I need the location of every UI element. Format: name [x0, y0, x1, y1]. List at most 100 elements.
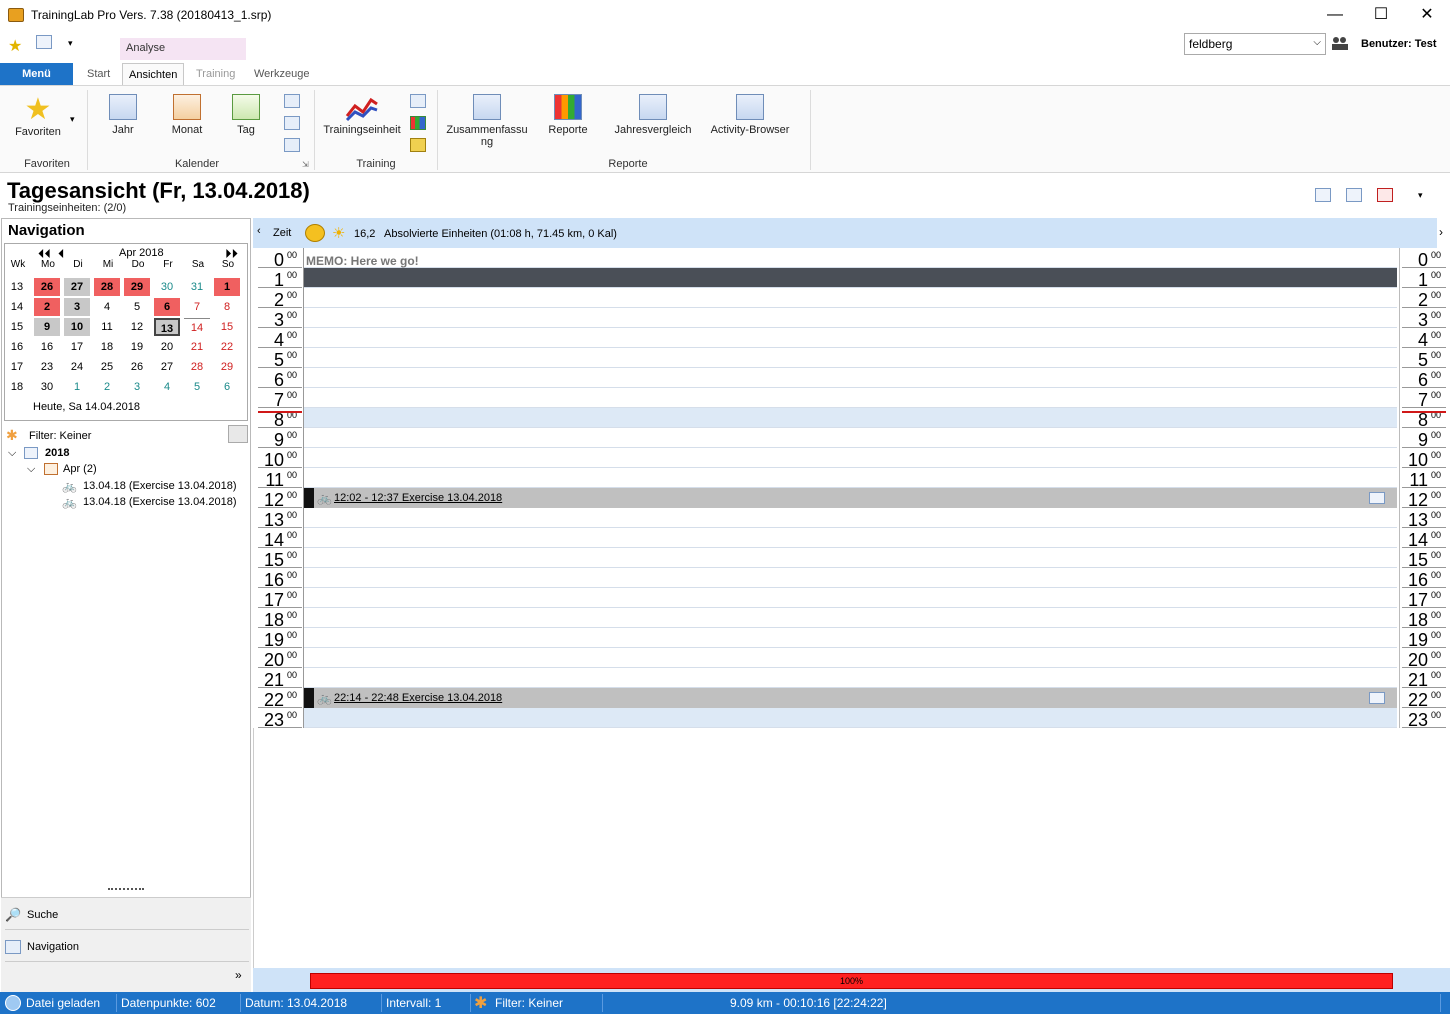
calendar-day[interactable]: 9	[34, 318, 60, 336]
event-link[interactable]: 22:14 - 22:48 Exercise 13.04.2018	[334, 692, 502, 704]
tab-start[interactable]: Start	[81, 63, 116, 85]
calendar-day[interactable]: 3	[64, 298, 90, 316]
calendar-day[interactable]: 4	[94, 298, 120, 316]
calendar-day[interactable]: 1	[214, 278, 240, 296]
dialog-launcher-icon[interactable]: ⇲	[302, 160, 309, 169]
calendar-day[interactable]: 30	[34, 378, 60, 396]
calendar-day[interactable]: 23	[34, 358, 60, 376]
hour-row[interactable]	[304, 708, 1397, 728]
list-view-icon[interactable]	[284, 94, 300, 108]
print-view-icon[interactable]	[284, 116, 300, 130]
calendar-day[interactable]: 2	[34, 298, 60, 316]
hour-row[interactable]	[304, 308, 1397, 328]
calendar-day[interactable]: 28	[94, 278, 120, 296]
reporte-button[interactable]: Reporte	[544, 94, 592, 136]
calendar-day[interactable]: 27	[154, 358, 180, 376]
bar-chart-icon[interactable]	[410, 116, 426, 130]
calendar-day[interactable]: 3	[124, 378, 150, 396]
calendar-day[interactable]: 17	[64, 338, 90, 356]
tree-expand-icon[interactable]: ⌵	[8, 447, 16, 460]
calendar-day[interactable]: 15	[214, 318, 240, 336]
today-link[interactable]: Heute, Sa 14.04.2018	[33, 401, 140, 413]
calendar-day[interactable]: 19	[124, 338, 150, 356]
hour-row[interactable]	[304, 388, 1397, 408]
calendar-day[interactable]: 29	[214, 358, 240, 376]
calendar-day[interactable]: 11	[94, 318, 120, 336]
calendar-day[interactable]: 14	[184, 318, 210, 336]
hour-row[interactable]	[304, 248, 1397, 268]
ruler-icon[interactable]	[410, 138, 426, 152]
calendar-day[interactable]: 7	[184, 298, 210, 316]
event-link[interactable]: 12:02 - 12:37 Exercise 13.04.2018	[334, 492, 502, 504]
scroll-right-icon[interactable]: ›	[1439, 225, 1443, 239]
calendar-day[interactable]: 31	[184, 278, 210, 296]
maximize-button[interactable]: ☐	[1358, 0, 1404, 30]
calendar-day[interactable]: 6	[154, 298, 180, 316]
zusammenfassung-button[interactable]: Zusammenfassu ng	[444, 94, 530, 148]
calendar-day[interactable]: 13	[154, 318, 180, 336]
tab-ansichten[interactable]: Ansichten	[122, 63, 185, 85]
close-button[interactable]: ✕	[1404, 0, 1450, 30]
tree-item-exercise[interactable]: 13.04.18 (Exercise 13.04.2018)	[83, 480, 237, 492]
calendar-day[interactable]: 18	[94, 338, 120, 356]
splitter-grip[interactable]	[108, 888, 144, 890]
calendar-day[interactable]: 1	[64, 378, 90, 396]
hour-row[interactable]	[304, 648, 1397, 668]
calendar-day[interactable]: 29	[124, 278, 150, 296]
tree-expand-icon[interactable]: ⌵	[27, 463, 35, 476]
hour-row[interactable]	[304, 628, 1397, 648]
qat-dropdown-icon[interactable]: ▾	[68, 38, 73, 49]
header-dropdown-icon[interactable]: ▾	[1418, 190, 1423, 201]
calendar-day[interactable]: 16	[34, 338, 60, 356]
tag-button[interactable]: Tag	[228, 94, 264, 136]
calendar-options-icon[interactable]	[1377, 188, 1393, 202]
hour-row[interactable]	[304, 428, 1397, 448]
hour-row[interactable]	[304, 668, 1397, 688]
minimize-button[interactable]: —	[1312, 0, 1358, 30]
event-details-icon[interactable]	[1369, 492, 1385, 504]
training-event[interactable]: 🚲 12:02 - 12:37 Exercise 13.04.2018	[304, 488, 1397, 508]
menu-button[interactable]: Menü	[0, 63, 73, 85]
hour-row[interactable]	[304, 288, 1397, 308]
calendar-day[interactable]: 26	[34, 278, 60, 296]
scroll-left-icon[interactable]: ‹	[257, 225, 261, 237]
calendar-day[interactable]: 12	[124, 318, 150, 336]
calendar-day[interactable]: 25	[94, 358, 120, 376]
event-details-icon[interactable]	[1369, 692, 1385, 704]
hour-row[interactable]	[304, 448, 1397, 468]
calendar-day[interactable]: 26	[124, 358, 150, 376]
calendar-day[interactable]: 8	[214, 298, 240, 316]
jahresvergleich-button[interactable]: Jahresvergleich	[612, 94, 694, 136]
hour-row[interactable]	[304, 608, 1397, 628]
hour-row[interactable]	[304, 408, 1397, 428]
add-event-icon[interactable]	[1315, 188, 1331, 202]
favoriten-button[interactable]: ★ Favoriten	[10, 94, 66, 139]
tree-year[interactable]: 2018	[45, 447, 69, 459]
calendar-day[interactable]: 20	[154, 338, 180, 356]
navigation-pane-button[interactable]: Navigation	[5, 932, 249, 962]
export-view-icon[interactable]	[284, 138, 300, 152]
trainingseinheit-button[interactable]: Trainingseinheit	[320, 94, 404, 136]
calendar-day[interactable]: 5	[184, 378, 210, 396]
user-select[interactable]: feldberg ⌵	[1184, 33, 1326, 55]
hour-row[interactable]	[304, 508, 1397, 528]
details-view-icon[interactable]	[1346, 188, 1362, 202]
calendar-day[interactable]: 4	[154, 378, 180, 396]
calendar-day[interactable]: 22	[214, 338, 240, 356]
search-pane-button[interactable]: 🔎 Suche	[5, 900, 249, 930]
activity-browser-button[interactable]: Activity-Browser	[708, 94, 792, 136]
calendar-day[interactable]: 27	[64, 278, 90, 296]
tab-training[interactable]: Training	[190, 63, 241, 85]
hour-row[interactable]	[304, 528, 1397, 548]
training-event[interactable]: 🚲 22:14 - 22:48 Exercise 13.04.2018	[304, 688, 1397, 708]
calendar-day[interactable]: 21	[184, 338, 210, 356]
tree-item-exercise[interactable]: 13.04.18 (Exercise 13.04.2018)	[83, 496, 237, 508]
favoriten-dropdown-icon[interactable]: ▾	[70, 114, 75, 125]
expand-panel-icon[interactable]: »	[235, 968, 242, 982]
filter-settings-button[interactable]	[228, 425, 248, 443]
search-window-icon[interactable]	[36, 35, 52, 49]
jahr-button[interactable]: Jahr	[102, 94, 144, 136]
monat-button[interactable]: Monat	[164, 94, 210, 136]
calendar-day[interactable]: 30	[154, 278, 180, 296]
hour-row[interactable]	[304, 368, 1397, 388]
